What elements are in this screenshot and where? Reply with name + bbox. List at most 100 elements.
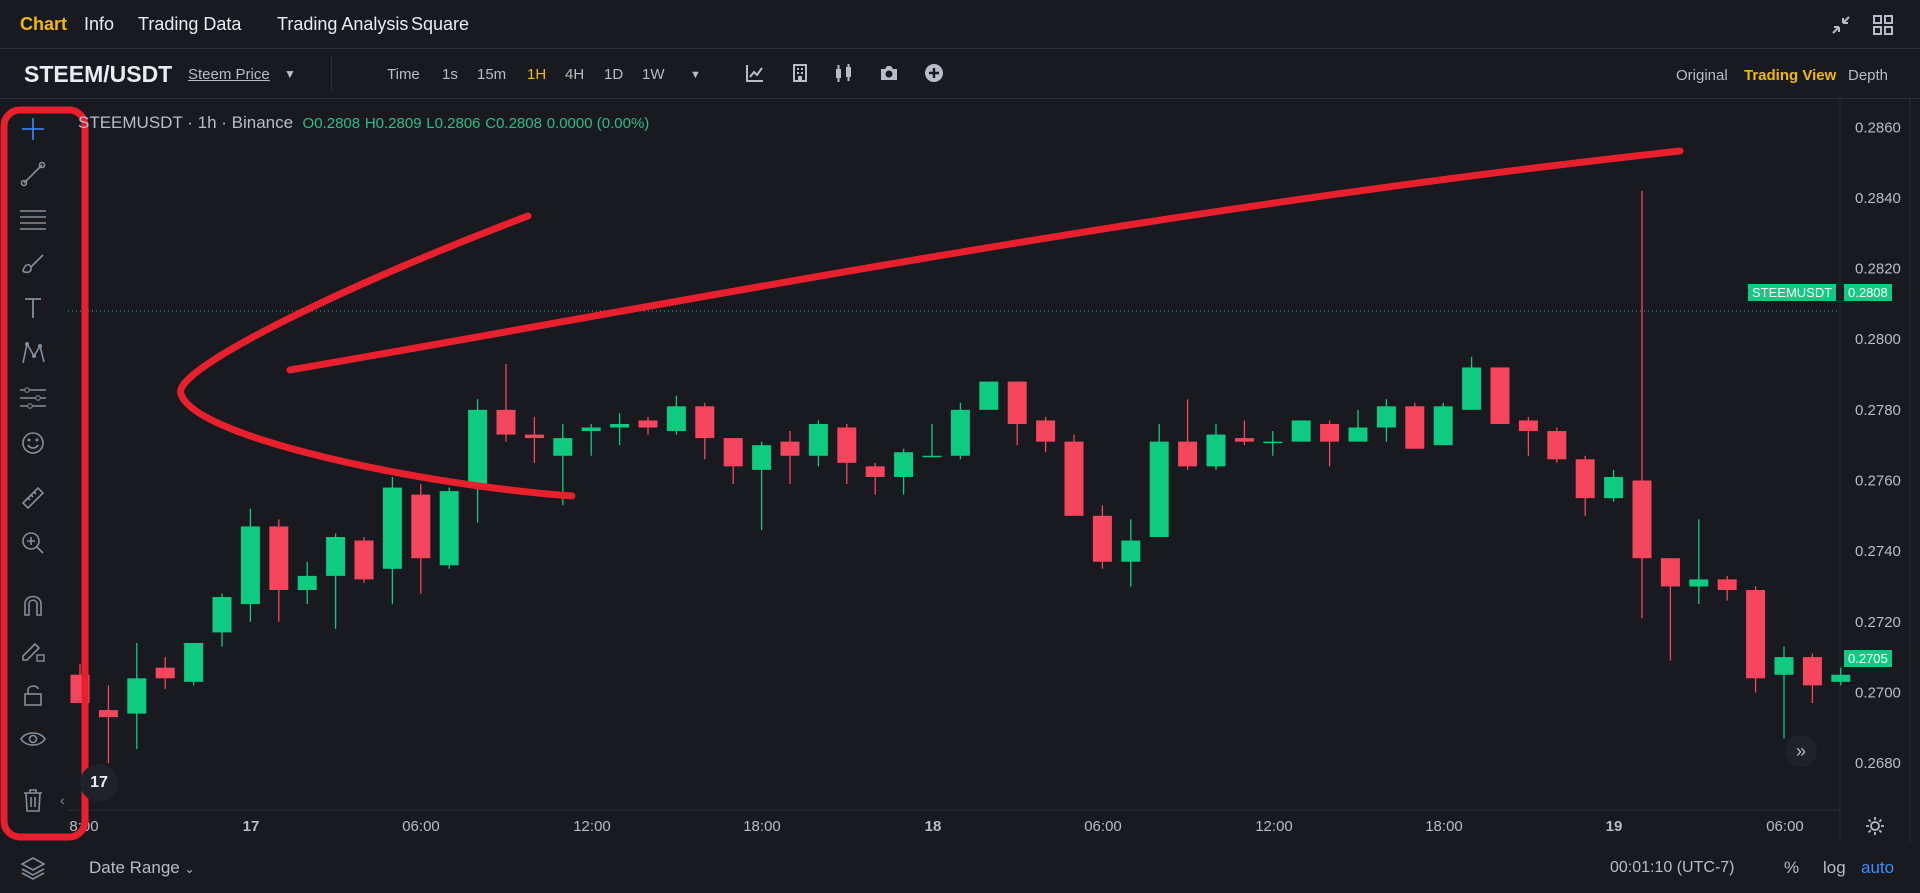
nav-trading-data[interactable]: Trading Data <box>138 14 241 35</box>
chevron-down-icon[interactable]: ▼ <box>284 67 296 81</box>
nav-square[interactable]: Square <box>411 14 469 35</box>
candle-body <box>1604 476 1624 499</box>
chart-area[interactable]: 0.2860 0.2840 0.2820 0.2800 0.2780 0.2760 0.27… <box>0 99 1920 893</box>
candle-body <box>723 438 743 467</box>
interval-1h[interactable]: 1H <box>527 66 546 83</box>
candle-body <box>1660 558 1680 587</box>
candle-body <box>808 423 828 456</box>
indicator-icon[interactable] <box>744 62 766 89</box>
candle-body <box>837 427 857 463</box>
candle-body <box>326 537 346 576</box>
price-link[interactable]: Steem Price <box>188 66 270 83</box>
layers-icon[interactable] <box>20 855 46 886</box>
camera-icon[interactable] <box>878 62 900 89</box>
candle-body <box>1490 367 1510 424</box>
candle-body <box>638 420 658 428</box>
date-range-button[interactable]: Date Range ⌄ <box>89 858 195 878</box>
forecast-icon[interactable] <box>15 380 51 416</box>
y-tick-label: 0.2760 <box>1855 472 1901 489</box>
ohlc-legend: STEEMUSDT · 1h · Binance O0.2808 H0.2809… <box>78 113 649 133</box>
candle-body <box>610 423 630 428</box>
compress-icon[interactable] <box>1830 14 1852 41</box>
x-tick-label: 17 <box>243 818 260 835</box>
candle-body <box>1263 441 1283 444</box>
interval-1s[interactable]: 1s <box>442 66 458 83</box>
y-tick-label: 0.2860 <box>1855 119 1901 136</box>
candle-body <box>212 597 232 633</box>
auto-toggle[interactable]: auto <box>1861 858 1894 878</box>
plus-circle-icon[interactable] <box>923 62 945 89</box>
candle-body <box>1234 438 1254 442</box>
x-tick-label: 12:00 <box>573 818 611 835</box>
candle-body <box>666 406 686 432</box>
fib-lines-icon[interactable] <box>15 201 51 237</box>
candle-body <box>1831 674 1851 682</box>
candle-body <box>184 642 204 682</box>
pattern-icon[interactable] <box>15 335 51 371</box>
x-tick-label: 19 <box>1606 818 1623 835</box>
interval-1w[interactable]: 1W <box>642 66 665 83</box>
nav-trading-analysis[interactable]: Trading Analysis <box>277 14 408 35</box>
candle-body <box>1007 381 1027 424</box>
candle-body <box>1291 420 1311 442</box>
candles-icon[interactable] <box>833 62 855 89</box>
candle-body <box>950 409 970 456</box>
candle-body <box>1376 406 1396 428</box>
percent-toggle[interactable]: % <box>1784 858 1799 878</box>
ruler-icon[interactable] <box>15 480 51 516</box>
candle-body <box>894 452 914 477</box>
x-tick-label: 06:00 <box>402 818 440 835</box>
grid-icon[interactable] <box>1872 14 1894 41</box>
candle-body <box>752 445 772 470</box>
symbol-price-tag: STEEMUSDT <box>1748 284 1837 301</box>
crosshair-icon[interactable] <box>15 111 51 147</box>
emoji-icon[interactable] <box>15 425 51 461</box>
candle-body <box>1717 579 1737 590</box>
interval-15m[interactable]: 15m <box>477 66 506 83</box>
candle-body <box>581 427 601 432</box>
candle-body <box>496 409 516 435</box>
legend-change: 0.0000 (0.00%) <box>546 115 650 132</box>
interval-more-icon[interactable]: ▼ <box>690 69 701 81</box>
magnet-icon[interactable] <box>15 587 51 623</box>
view-original[interactable]: Original <box>1676 67 1728 84</box>
x-tick-label: 18:00 <box>1425 818 1463 835</box>
lock-pencil-icon[interactable] <box>15 632 51 668</box>
y-tick-label: 0.2680 <box>1855 755 1901 772</box>
candle-body <box>1320 423 1340 442</box>
view-trading-view[interactable]: Trading View <box>1744 67 1836 84</box>
candle-body <box>1547 431 1567 460</box>
trendline-icon[interactable] <box>15 156 51 192</box>
nav-chart[interactable]: Chart <box>20 14 67 35</box>
building-icon[interactable] <box>789 62 811 89</box>
y-tick-label: 0.2820 <box>1855 261 1901 278</box>
zoom-in-icon[interactable] <box>15 525 51 561</box>
candle-body <box>1518 420 1538 432</box>
collapse-tools-icon[interactable]: ‹ <box>60 792 65 808</box>
nav-info[interactable]: Info <box>84 14 114 35</box>
candle-body <box>1348 427 1368 442</box>
interval-1d[interactable]: 1D <box>604 66 623 83</box>
top-nav: Chart Info Trading Data Trading Analysis… <box>0 0 1920 49</box>
candle-body <box>922 455 942 458</box>
candle-body <box>155 667 175 679</box>
lock-icon[interactable] <box>15 677 51 713</box>
y-tick-label: 0.2740 <box>1855 543 1901 560</box>
interval-4h[interactable]: 4H <box>565 66 584 83</box>
log-toggle[interactable]: log <box>1823 858 1846 878</box>
interval-time[interactable]: Time <box>387 66 420 83</box>
legend-close: C0.2808 <box>485 115 542 132</box>
gear-icon[interactable] <box>1864 815 1886 842</box>
view-depth[interactable]: Depth <box>1848 67 1888 84</box>
candle-body <box>865 466 885 477</box>
eye-icon[interactable] <box>15 722 51 758</box>
brush-icon[interactable] <box>15 245 51 281</box>
trash-icon[interactable] <box>15 782 51 818</box>
candle-body <box>1206 434 1226 467</box>
candle-body <box>1036 420 1056 442</box>
text-icon[interactable] <box>15 290 51 326</box>
price-chart[interactable]: 0.2860 0.2840 0.2820 0.2800 0.2780 0.2760 0.27… <box>0 99 1920 893</box>
candle-body <box>695 406 715 439</box>
scroll-to-latest-button[interactable]: » <box>1785 735 1817 767</box>
current-price-tag: 0.2705 <box>1844 650 1892 667</box>
